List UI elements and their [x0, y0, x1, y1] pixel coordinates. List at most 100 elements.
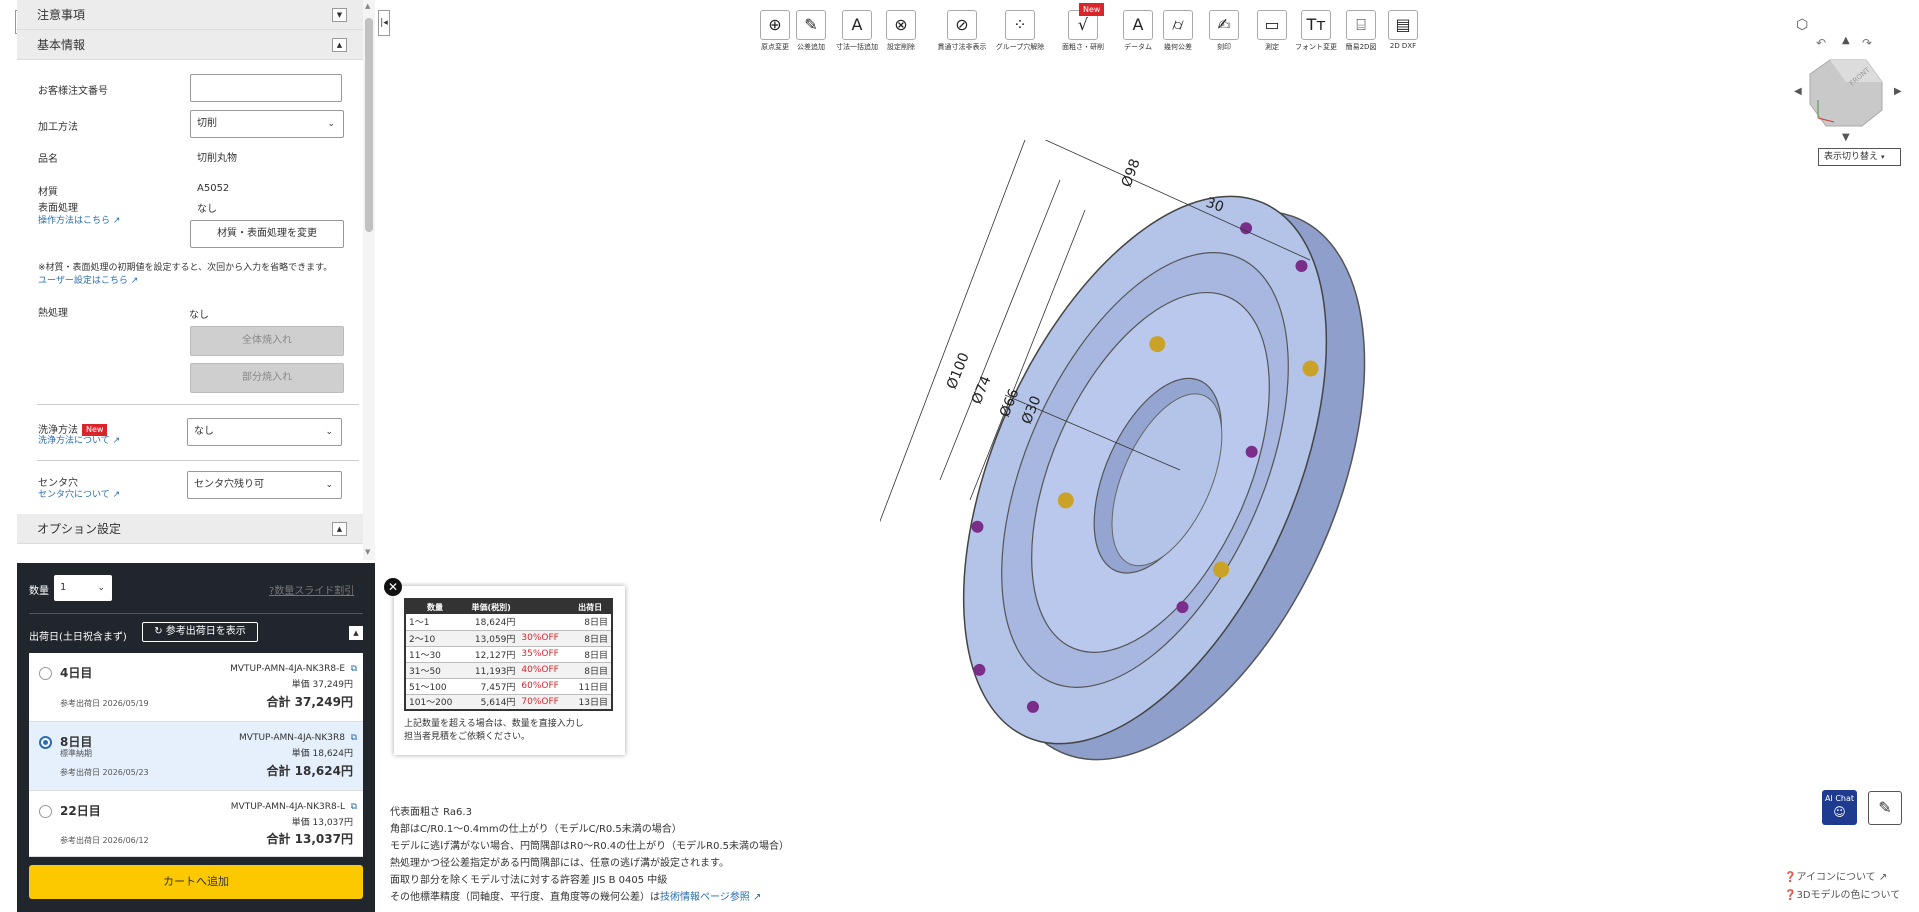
delivery-radio[interactable]: [39, 805, 52, 818]
change-material-button[interactable]: 材質・表面処理を変更: [190, 220, 344, 248]
copy-icon[interactable]: ⧉: [351, 733, 357, 743]
delivery-option-8days[interactable]: 8日目 標準納期 MVTUP-AMN-4JA-NK3R8 ⧉ 単価 18,624…: [29, 722, 363, 791]
chevron-up-icon[interactable]: ▲: [349, 626, 363, 640]
tool-geometric-tolerance[interactable]: ⌭ 幾何公差: [1160, 10, 1196, 56]
user-setting-link[interactable]: ユーザー設定はこちら ↗: [38, 273, 138, 286]
discount-cell: 40%OFF: [518, 662, 570, 679]
stamp-icon: ✍: [1209, 10, 1239, 40]
ship-cell: 8日目: [569, 630, 612, 647]
arrow-up-icon[interactable]: ▲: [1842, 35, 1850, 46]
chevron-down-icon: ⌄: [325, 480, 333, 490]
qty-cell: 1～1: [405, 614, 464, 631]
rotate-right-icon[interactable]: ↷: [1862, 36, 1872, 50]
order-no-label: お客様注文番号: [38, 86, 108, 97]
chevron-up-icon[interactable]: ▲: [332, 522, 347, 536]
option-section-header[interactable]: オプション設定 ▲: [17, 514, 363, 544]
model-color-link[interactable]: ❓3Dモデルの色について: [1784, 886, 1900, 901]
tool-tolerance-add[interactable]: ✎ 公差追加: [793, 10, 829, 56]
cube-icon[interactable]: ⬡: [1796, 17, 1808, 33]
ref-ship-button[interactable]: ↻ 参考出荷日を表示: [142, 622, 258, 642]
partial-harden-button[interactable]: 部分焼入れ: [190, 363, 344, 393]
discount-cell: [518, 614, 570, 631]
group-hole-icon: ⁘: [1005, 10, 1035, 40]
left-panel: ▸| 注意事項 ▼ 基本情報 ▲ お客様注文番号 加工方法 切削⌄ 品名 切削丸…: [0, 0, 378, 912]
tool-group-hole[interactable]: ⁘ グループ穴解除: [996, 10, 1044, 56]
chevron-down-icon[interactable]: ▼: [332, 8, 347, 22]
delivery-days: 22日目: [60, 804, 101, 818]
tool-dxf[interactable]: ▤ 2D DXF: [1385, 10, 1421, 56]
ai-chat-button[interactable]: AI Chat ☺: [1822, 790, 1857, 825]
qty-cell: 101～200: [405, 694, 464, 711]
part-code: MVTUP-AMN-4JA-NK3R8: [239, 733, 345, 743]
howto-link-text: 操作方法はこちら: [38, 216, 111, 226]
wash-select[interactable]: なし ⌄: [187, 418, 342, 446]
material-label: 材質: [38, 187, 58, 198]
copy-icon[interactable]: ⧉: [351, 664, 357, 674]
howto-link[interactable]: 操作方法はこちら ↗: [38, 213, 120, 226]
center-link[interactable]: センタ穴について ↗: [38, 487, 120, 500]
view-cube[interactable]: FRONT: [1808, 56, 1884, 128]
model-color-text: 3Dモデルの色について: [1796, 890, 1901, 901]
tool-roughness[interactable]: √ 面粗さ・研削: [1062, 10, 1104, 56]
notes-section-title: 注意事項: [37, 8, 86, 22]
arrow-right-icon[interactable]: ▶: [1894, 86, 1902, 97]
item-label: 品名: [38, 154, 58, 165]
tool-font[interactable]: Tт フォント変更: [1295, 10, 1337, 56]
tool-label: 面粗さ・研削: [1062, 43, 1104, 51]
memo-icon[interactable]: ✎: [1868, 791, 1902, 825]
process-select[interactable]: 切削 ⌄: [190, 110, 344, 138]
material-value: A5052: [197, 183, 230, 194]
price-table: 数量 単価(税別) 出荷日 1～1 18,624円 8日目 2～10 13,059円 30…: [404, 598, 613, 711]
rotate-left-icon[interactable]: ↶: [1816, 36, 1826, 50]
tool-dimension-batch[interactable]: A 寸法一括追加: [836, 10, 878, 56]
view-switch-select[interactable]: 表示切り替え ▾: [1818, 148, 1901, 166]
heat-label: 熱処理: [38, 308, 68, 319]
scroll-down-icon[interactable]: ▼: [365, 548, 370, 556]
qty-cell: 31～50: [405, 662, 464, 679]
3d-model-viewport[interactable]: Ø98 30 Ø100 Ø74 Ø66 Ø30: [880, 140, 1400, 780]
icon-about-link[interactable]: ❓アイコンについて ↗: [1784, 868, 1887, 883]
qty-select[interactable]: 1 ⌄: [54, 575, 112, 601]
tool-label: 2D DXF: [1389, 42, 1417, 50]
arrow-down-icon[interactable]: ▼: [1842, 132, 1850, 143]
center-select[interactable]: センタ穴残り可 ⌄: [187, 471, 342, 499]
delivery-radio[interactable]: [39, 667, 52, 680]
unit-price: 単価 13,037円: [291, 818, 353, 828]
delivery-option-22days[interactable]: 22日目 MVTUP-AMN-4JA-NK3R8-L ⧉ 単価 13,037円 …: [29, 791, 363, 857]
tech-info-link[interactable]: 技術情報ページ参照: [660, 892, 750, 903]
unit-price-cell: 5,614円: [463, 694, 519, 711]
basic-section-title: 基本情報: [37, 38, 86, 52]
note-tolerance: 面取り部分を除くモデル寸法に対する許容差 JIS B 0405 中級: [390, 875, 668, 886]
panel-scrollbar[interactable]: ▲ ▼: [363, 0, 375, 560]
arrow-left-icon[interactable]: ◀: [1794, 86, 1802, 97]
copy-icon[interactable]: ⧉: [351, 802, 357, 812]
full-harden-button[interactable]: 全体焼入れ: [190, 326, 344, 356]
delivery-radio-selected[interactable]: [39, 736, 52, 749]
tool-hide-through[interactable]: ⊘ 貫通寸法非表示: [938, 10, 987, 56]
tool-simple-2d[interactable]: ⌸ 簡易2D図: [1343, 10, 1379, 56]
col-unit: 単価(税別): [463, 599, 519, 614]
add-to-cart-button[interactable]: カートへ追加: [29, 865, 363, 899]
slide-discount-link[interactable]: ?数量スライド割引: [269, 582, 354, 597]
basic-section-header[interactable]: 基本情報 ▲: [17, 30, 363, 60]
default-setting-note: ※材質・表面処理の初期値を設定すると、次回から入力を省略できます。: [38, 263, 333, 273]
chevron-up-icon[interactable]: ▲: [332, 38, 347, 52]
wash-link[interactable]: 洗浄方法について ↗: [38, 433, 120, 446]
item-value: 切削丸物: [197, 153, 237, 164]
scroll-up-icon[interactable]: ▲: [365, 2, 370, 10]
delivery-option-4days[interactable]: 4日目 MVTUP-AMN-4JA-NK3R8-E ⧉ 単価 37,249円 参…: [29, 653, 363, 722]
scroll-thumb[interactable]: [365, 18, 373, 232]
close-icon[interactable]: ✕: [384, 578, 402, 596]
table-row: 1～1 18,624円 8日目: [405, 614, 612, 631]
tool-measure[interactable]: ▭ 測定: [1254, 10, 1290, 56]
col-ship: 出荷日: [569, 599, 612, 614]
tool-delete-setting[interactable]: ⊗ 設定削除: [883, 10, 919, 56]
collapse-panel-icon[interactable]: |◂: [378, 10, 390, 36]
notes-section-header[interactable]: 注意事項 ▼: [17, 0, 363, 30]
part-code: MVTUP-AMN-4JA-NK3R8-E: [230, 664, 345, 674]
popup-note-1: 上記数量を超える場合は、数量を直接入力し: [404, 719, 584, 729]
tool-stamp[interactable]: ✍ 刻印: [1206, 10, 1242, 56]
refresh-icon: ↻: [154, 626, 166, 637]
hide-through-icon: ⊘: [947, 10, 977, 40]
order-no-input[interactable]: [190, 74, 342, 102]
